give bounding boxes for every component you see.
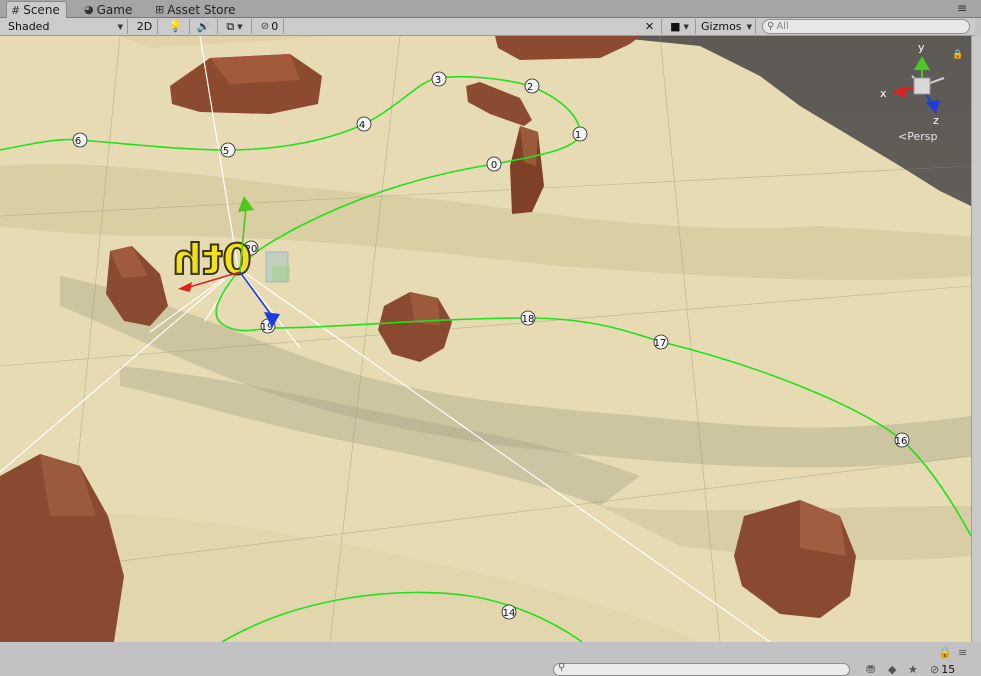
waypoint-17[interactable]: 17 — [653, 334, 669, 350]
star-icon[interactable]: ★ — [908, 663, 918, 676]
gizmos-label: Gizmos — [701, 20, 742, 33]
wrench-icon: ✕ — [644, 20, 655, 33]
waypoint-label: 0 — [491, 160, 497, 171]
speaker-icon: 🔊 — [196, 20, 211, 33]
bottom-bar: 🔒 ≡ ⚲ ⛃ ◆ ★ ⊘ 15 — [0, 642, 981, 676]
waypoint-14[interactable]: 14 — [501, 604, 517, 620]
chevron-down-icon: ▼ — [683, 22, 689, 31]
search-placeholder: All — [776, 21, 789, 32]
camera-settings-dropdown[interactable]: ■ ▼ — [664, 19, 696, 34]
waypoint-18[interactable]: 18 — [520, 310, 536, 326]
draw-mode-dropdown[interactable]: Shaded ▼ — [4, 19, 128, 34]
scene-canvas[interactable]: 0 1 2 3 4 5 6 14 16 17 18 19 20 0th y x … — [0, 36, 971, 642]
lightbulb-icon: 💡 — [168, 20, 183, 33]
chevron-down-icon: ▼ — [237, 22, 243, 31]
waypoint-6[interactable]: 6 — [72, 132, 88, 148]
perspective-toggle[interactable]: <Persp — [898, 130, 937, 143]
pacman-icon: ◕ — [84, 3, 94, 16]
tools-button[interactable]: ✕ — [638, 19, 662, 34]
waypoint-1[interactable]: 1 — [572, 126, 588, 142]
tab-game-label: Game — [96, 2, 133, 17]
waypoint-label: 4 — [359, 120, 365, 131]
world-text-object[interactable]: 0th — [171, 234, 252, 285]
waypoint-5[interactable]: 5 — [220, 142, 236, 158]
projection-label: Persp — [907, 130, 937, 143]
waypoint-label: 1 — [575, 130, 581, 141]
eye-slash-icon: ⊘ — [930, 663, 940, 676]
tab-asset-store-label: Asset Store — [167, 2, 236, 17]
waypoint-0[interactable]: 0 — [486, 156, 502, 172]
waypoint-label: 2 — [527, 82, 533, 93]
2d-label: 2D — [136, 20, 153, 33]
plane-handle[interactable] — [272, 266, 290, 282]
waypoint-label: 5 — [223, 146, 229, 157]
tab-scene-label: Scene — [23, 3, 60, 17]
gizmo-y-label: y — [918, 41, 925, 54]
tab-asset-store[interactable]: ⊞ Asset Store — [151, 1, 242, 18]
waypoint-label: 6 — [75, 136, 81, 147]
chevron-down-icon: ▼ — [117, 22, 123, 31]
camera-icon: ■ — [670, 20, 681, 33]
window-tab-bar: # Scene ◕ Game ⊞ Asset Store ≡ — [0, 0, 981, 18]
effects-dropdown[interactable]: ⧉ ▼ — [218, 19, 252, 34]
lock-icon[interactable]: 🔒 — [938, 646, 952, 659]
gizmos-dropdown[interactable]: Gizmos ▼ — [698, 19, 756, 34]
hidden-objects-toggle[interactable]: ⊘ 0 — [256, 19, 284, 34]
hidden-count: 0 — [271, 20, 279, 33]
lighting-toggle-button[interactable]: 💡 — [162, 19, 190, 34]
waypoint-label: 17 — [654, 338, 667, 349]
visible-count-toggle[interactable]: ⊘ 15 — [930, 663, 955, 676]
search-icon: ⚲ — [558, 662, 566, 673]
persp-arrow-icon: < — [898, 130, 907, 143]
viewport-scrollbar[interactable] — [971, 36, 981, 642]
menu-icon[interactable]: ≡ — [958, 646, 967, 659]
scene-viewport[interactable]: 0 1 2 3 4 5 6 14 16 17 18 19 20 0th y x … — [0, 36, 971, 642]
eye-slash-icon: ⊘ — [260, 21, 270, 32]
audio-toggle-button[interactable]: 🔊 — [190, 19, 218, 34]
gizmo-z-label: z — [933, 114, 939, 127]
grid-icon: # — [11, 3, 21, 17]
scene-search-input[interactable]: ⚲ All — [762, 19, 970, 34]
gizmo-center-cube[interactable] — [913, 77, 931, 95]
waypoint-3[interactable]: 3 — [431, 71, 447, 87]
tab-scene[interactable]: # Scene — [6, 1, 67, 18]
bottom-search-input[interactable]: ⚲ — [553, 662, 850, 676]
lock-icon[interactable]: 🔒 — [952, 49, 963, 60]
waypoint-label: 14 — [503, 608, 516, 619]
effects-icon: ⧉ — [226, 19, 235, 33]
2d-toggle-button[interactable]: 2D — [132, 19, 158, 34]
filter-type-icon[interactable]: ⛃ — [866, 663, 875, 676]
waypoint-label: 18 — [522, 314, 535, 325]
scene-toolbar: Shaded ▼ 2D 💡 🔊 ⧉ ▼ ⊘ 0 ✕ ■ ▼ Gizmos ▼ ⚲… — [0, 18, 975, 36]
search-icon: ⚲ — [767, 21, 775, 32]
bag-icon: ⊞ — [155, 3, 165, 16]
waypoint-16[interactable]: 16 — [894, 432, 910, 448]
tab-game[interactable]: ◕ Game — [80, 1, 138, 18]
visible-count: 15 — [941, 663, 956, 676]
panel-menu-icon[interactable]: ≡ — [957, 1, 967, 15]
draw-mode-label: Shaded — [8, 20, 50, 33]
waypoint-4[interactable]: 4 — [356, 116, 372, 132]
waypoint-label: 16 — [895, 436, 908, 447]
tag-icon[interactable]: ◆ — [888, 663, 896, 676]
waypoint-label: 3 — [435, 75, 441, 86]
gizmo-x-label: x — [880, 87, 887, 100]
chevron-down-icon: ▼ — [746, 22, 752, 31]
waypoint-2[interactable]: 2 — [524, 78, 540, 94]
